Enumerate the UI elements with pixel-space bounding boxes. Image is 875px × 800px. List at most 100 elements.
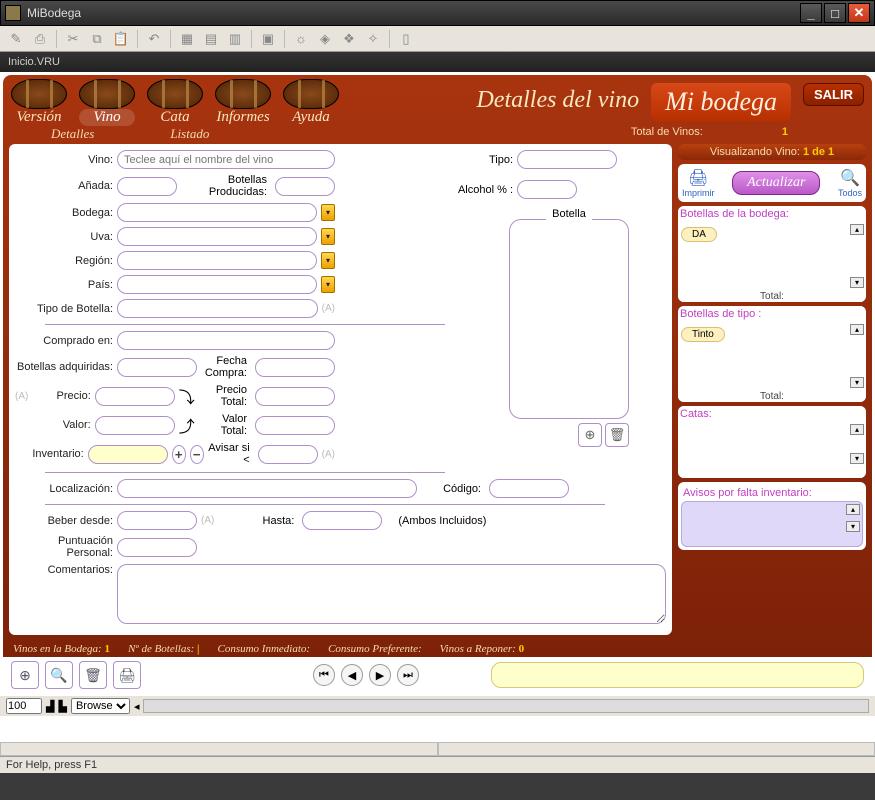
tool-undo-icon[interactable]: ↶ — [144, 29, 164, 49]
bodega-dd-icon[interactable]: ▾ — [321, 204, 335, 221]
lbl-beber: Beber desde: — [15, 515, 113, 527]
zoom-input[interactable] — [6, 698, 42, 714]
subnav-listado[interactable]: Listado — [170, 126, 209, 142]
bodega-input[interactable] — [117, 203, 317, 222]
hasta-input[interactable] — [302, 511, 382, 530]
nav-row: Versión Vino Cata Informes Ayuda Detalle… — [3, 75, 872, 126]
nav-informes[interactable]: Informes — [215, 79, 271, 126]
nav-next-icon[interactable]: ▶ — [369, 664, 391, 686]
scroll-dn4-icon[interactable]: ▾ — [846, 521, 860, 532]
tipobotella-input[interactable] — [117, 299, 318, 318]
maximize-button[interactable]: □ — [824, 3, 846, 23]
scroll-dn-icon[interactable]: ▾ — [850, 277, 864, 288]
scroll-up3-icon[interactable]: ▴ — [850, 424, 864, 435]
search-all-icon[interactable]: 🔍 — [838, 168, 862, 188]
precio-input[interactable] — [95, 387, 175, 406]
zoom-icon2[interactable]: ▙ — [58, 700, 66, 713]
scroll-dn3-icon[interactable]: ▾ — [850, 453, 864, 464]
region-input[interactable] — [117, 251, 317, 270]
add-rec-icon[interactable]: ⊕ — [11, 661, 39, 689]
exit-button[interactable]: SALIR — [803, 83, 864, 106]
beber-input[interactable] — [117, 511, 197, 530]
valortot-input[interactable] — [255, 416, 335, 435]
comprado-input[interactable] — [117, 331, 335, 350]
trash-icon[interactable]: 🗑 — [79, 661, 107, 689]
pais-dd-icon[interactable]: ▾ — [321, 276, 335, 293]
subnav-detalles[interactable]: Detalles — [51, 126, 94, 142]
search-icon[interactable]: 🔍 — [45, 661, 73, 689]
app-icon — [5, 5, 21, 21]
split-bars[interactable] — [0, 742, 875, 756]
inv-minus-button[interactable]: − — [190, 445, 204, 464]
tool-f-icon[interactable]: ◈ — [315, 29, 335, 49]
side-botbodega-head: Botellas de la bodega: — [678, 206, 866, 222]
botadq-input[interactable] — [117, 358, 197, 377]
print2-icon[interactable]: 🖨 — [113, 661, 141, 689]
hscroll-left-icon[interactable]: ◂ — [134, 700, 140, 713]
scroll-up4-icon[interactable]: ▴ — [846, 504, 860, 515]
print-icon[interactable]: 🖨 — [682, 168, 715, 188]
loc-input[interactable] — [117, 479, 417, 498]
tool-save-icon[interactable]: ⎙ — [30, 29, 50, 49]
mode-select[interactable]: Browse — [71, 698, 130, 714]
tool-d-icon[interactable]: ▣ — [258, 29, 278, 49]
botprod-input[interactable] — [275, 177, 335, 196]
comentarios-input[interactable] — [117, 564, 666, 624]
avisar-input[interactable] — [258, 445, 318, 464]
fecha-input[interactable] — [255, 358, 335, 377]
tipo-input[interactable] — [517, 150, 617, 169]
pais-input[interactable] — [117, 275, 317, 294]
tool-a-icon[interactable]: ▦ — [177, 29, 197, 49]
nav-first-icon[interactable]: ⏮ — [313, 664, 335, 686]
alcohol-input[interactable] — [517, 180, 577, 199]
nav-prev-icon[interactable]: ◀ — [341, 664, 363, 686]
inv-plus-button[interactable]: + — [172, 445, 186, 464]
vino-input[interactable] — [117, 150, 335, 169]
tool-new-icon[interactable]: ✎ — [6, 29, 26, 49]
app-panel: Versión Vino Cata Informes Ayuda Detalle… — [3, 75, 872, 693]
close-button[interactable]: ✕ — [848, 3, 870, 23]
anada-input[interactable] — [117, 177, 177, 196]
tool-e-icon[interactable]: ☼ — [291, 29, 311, 49]
tool-cut-icon[interactable]: ✂ — [63, 29, 83, 49]
lbl-botprod: Botellas Producidas: — [181, 174, 271, 198]
scroll-dn2-icon[interactable]: ▾ — [850, 377, 864, 388]
uva-input[interactable] — [117, 227, 317, 246]
punt-input[interactable] — [117, 538, 197, 557]
botella-add-icon[interactable]: ⊕ — [578, 423, 602, 447]
side-avisos-body: ▴▾ — [681, 501, 863, 547]
zoom-icon1[interactable]: ▟ — [46, 700, 54, 713]
tool-paste-icon[interactable]: 📋 — [111, 29, 131, 49]
actualizar-button[interactable]: Actualizar — [732, 171, 820, 195]
tag-da[interactable]: DA — [681, 227, 717, 242]
hscroll-track[interactable] — [143, 699, 869, 713]
minimize-button[interactable]: _ — [800, 3, 822, 23]
codigo-input[interactable] — [489, 479, 569, 498]
scroll-up-icon[interactable]: ▴ — [850, 224, 864, 235]
lbl-bodega: Bodega: — [15, 207, 113, 219]
uva-dd-icon[interactable]: ▾ — [321, 228, 335, 245]
brand-box: Mi bodega — [651, 83, 791, 121]
region-dd-icon[interactable]: ▾ — [321, 252, 335, 269]
tag-tinto[interactable]: Tinto — [681, 327, 725, 342]
tool-h-icon[interactable]: ✧ — [363, 29, 383, 49]
scroll-up2-icon[interactable]: ▴ — [850, 324, 864, 335]
viewing-label: Visualizando Vino: — [710, 146, 800, 158]
nav-last-icon[interactable]: ⏭ — [397, 664, 419, 686]
preciotot-input[interactable] — [255, 387, 335, 406]
tool-c-icon[interactable]: ▥ — [225, 29, 245, 49]
tool-copy-icon[interactable]: ⧉ — [87, 29, 107, 49]
botella-del-icon[interactable]: 🗑 — [605, 423, 629, 447]
lbl-hasta: Hasta: — [218, 515, 298, 527]
inner-title: Inicio.VRU — [0, 52, 875, 72]
nav-ayuda[interactable]: Ayuda — [283, 79, 339, 126]
lbl-tipo: Tipo: — [449, 154, 513, 166]
nav-cata[interactable]: Cata — [147, 79, 203, 126]
nav-version[interactable]: Versión — [11, 79, 67, 126]
tool-g-icon[interactable]: ❖ — [339, 29, 359, 49]
valor-input[interactable] — [95, 416, 175, 435]
inv-input[interactable] — [88, 445, 168, 464]
nav-vino[interactable]: Vino — [79, 79, 135, 126]
tool-b-icon[interactable]: ▤ — [201, 29, 221, 49]
tool-i-icon[interactable]: ▯ — [396, 29, 416, 49]
